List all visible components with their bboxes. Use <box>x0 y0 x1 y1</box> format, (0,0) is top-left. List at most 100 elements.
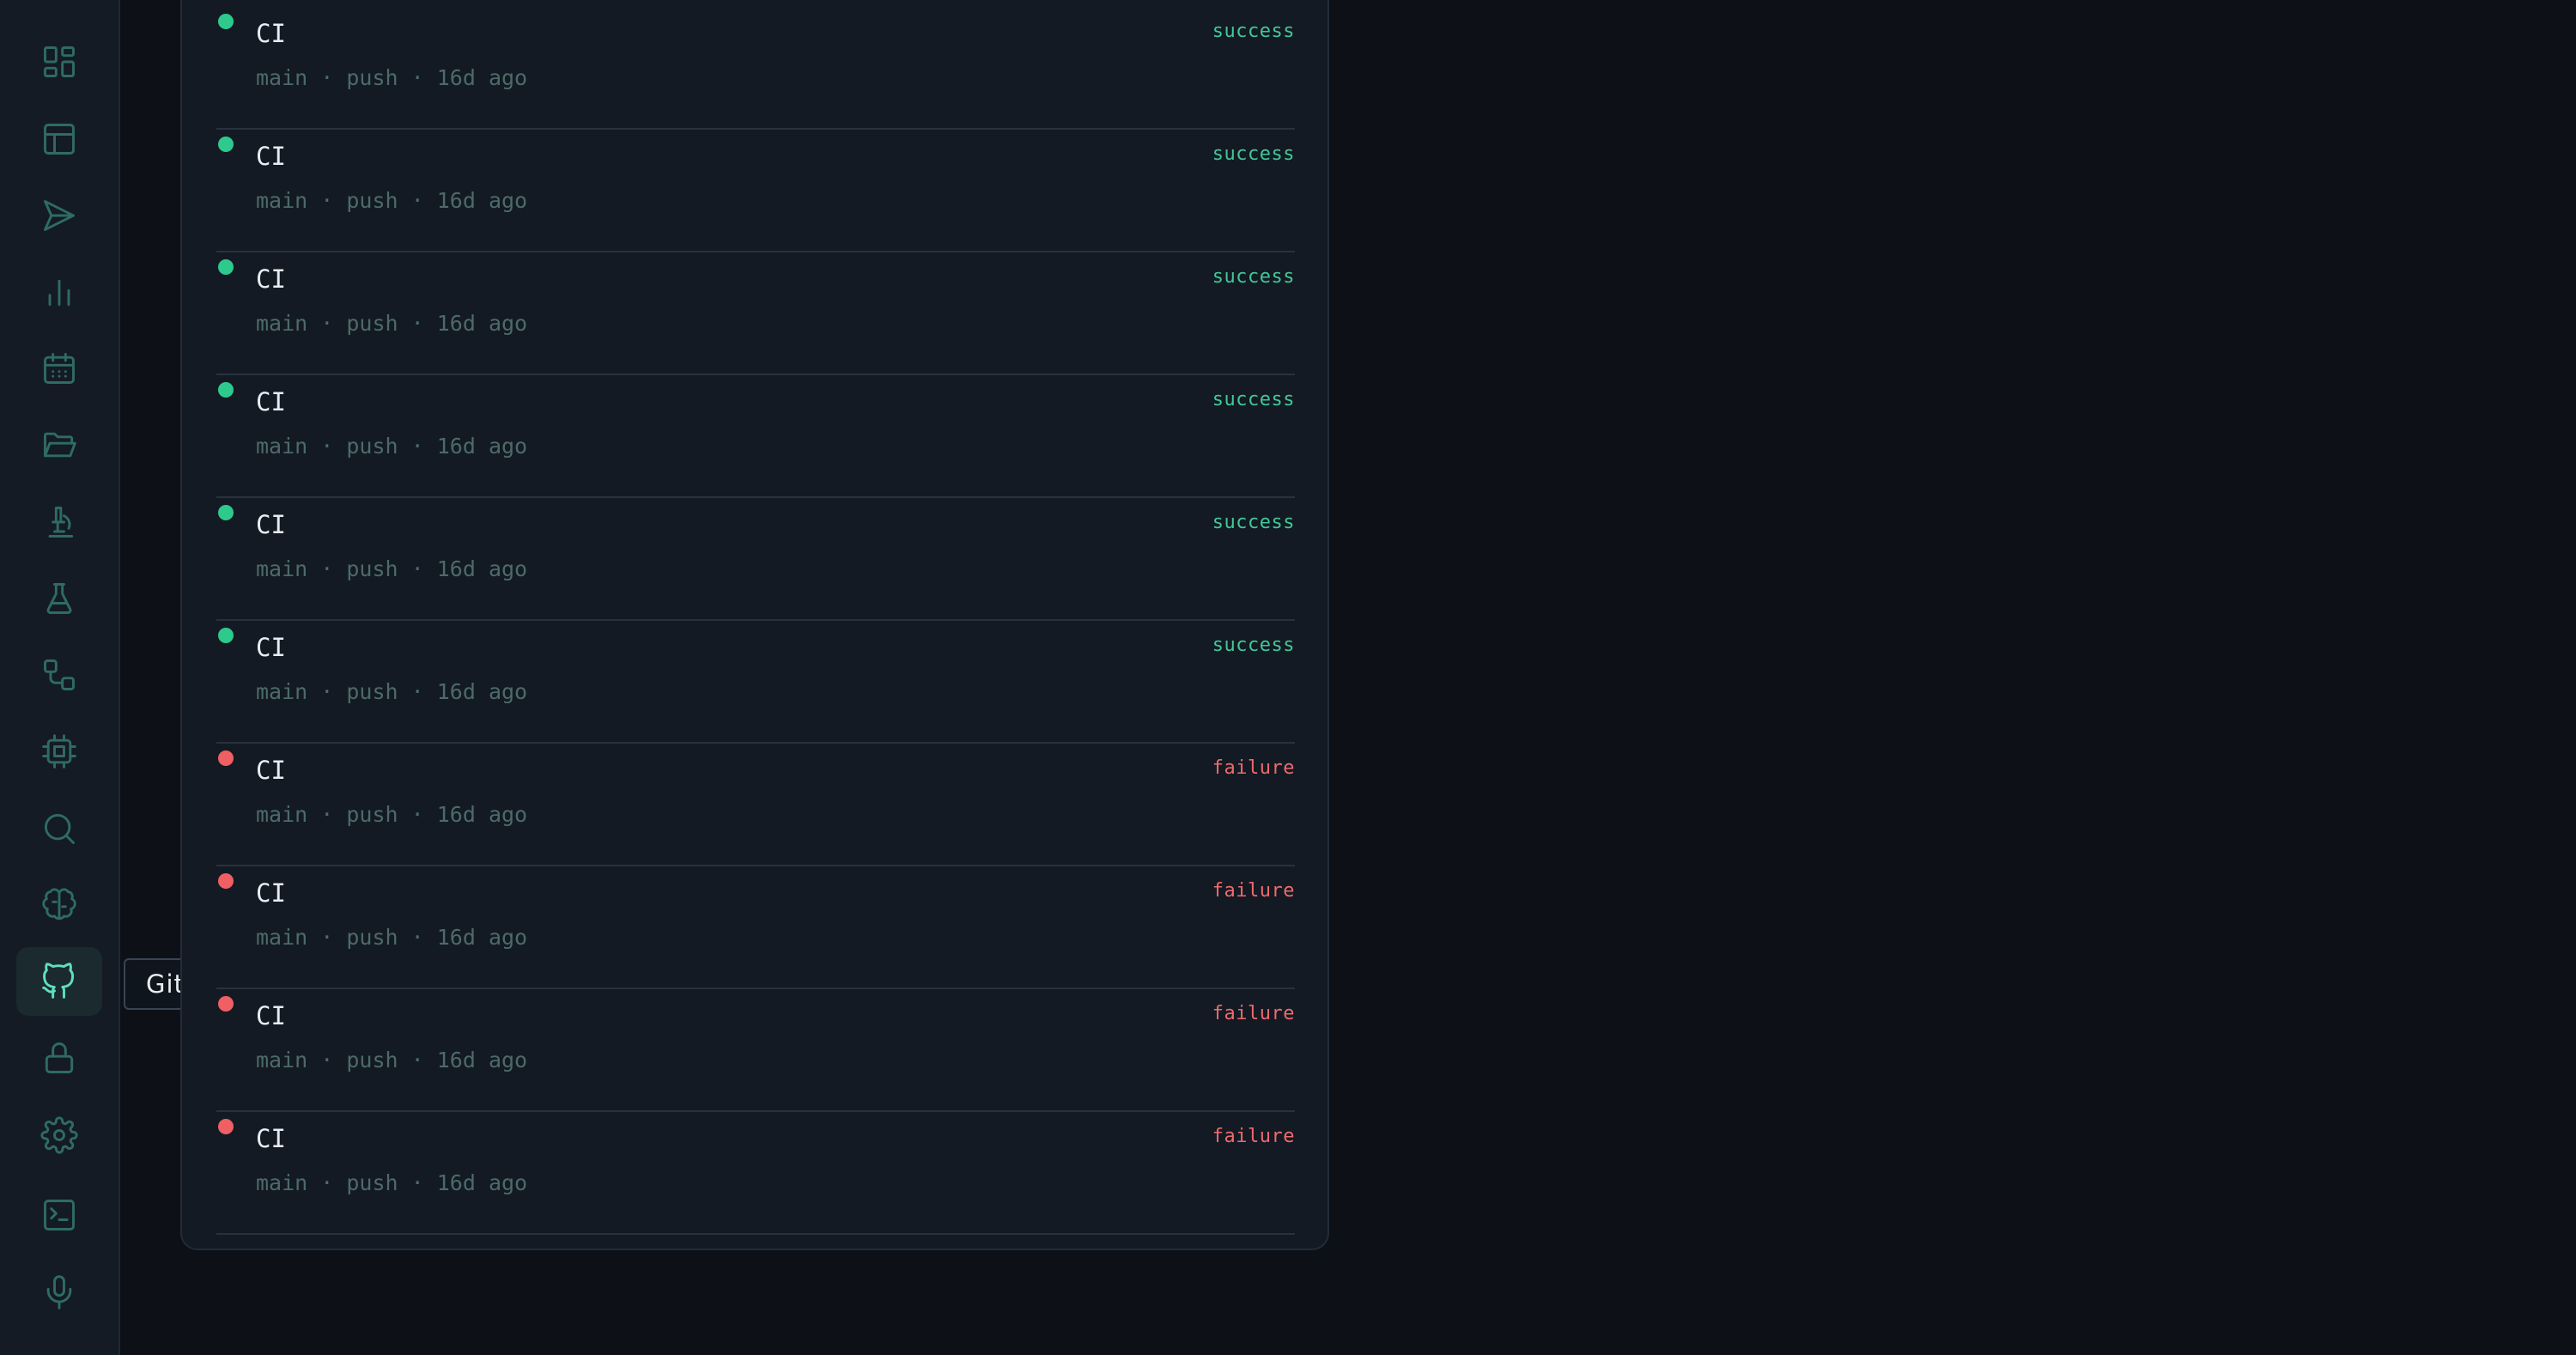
flask-icon <box>46 583 72 614</box>
run-event: push <box>346 556 398 581</box>
nav-dashboard[interactable] <box>16 27 102 96</box>
run-meta: main · push · 16d ago <box>256 556 528 581</box>
status-dot <box>218 14 234 29</box>
status-label: failure <box>1212 1003 1295 1024</box>
run-branch: main <box>256 925 308 950</box>
nav-send[interactable] <box>16 181 102 250</box>
run-meta: main · push · 16d ago <box>256 188 528 213</box>
calendar-icon <box>44 353 75 384</box>
nav-search[interactable] <box>16 794 102 863</box>
nav-security[interactable] <box>16 1024 102 1092</box>
run-meta: main · push · 16d ago <box>256 925 528 950</box>
status-dot <box>218 382 234 398</box>
dashboard-icon <box>44 46 75 77</box>
status-dot <box>218 996 234 1012</box>
status-label: success <box>1212 143 1295 165</box>
workflow-run-row[interactable]: CI main · push · 16d ago failure <box>216 866 1295 989</box>
nav-processor[interactable] <box>16 717 102 786</box>
run-name: CI <box>256 1124 286 1153</box>
workflow-icon <box>44 659 75 690</box>
run-meta: main · push · 16d ago <box>256 1048 528 1072</box>
run-age: 16d ago <box>436 802 528 827</box>
run-branch: main <box>256 434 308 459</box>
terminal-icon <box>44 1200 75 1230</box>
nav-analytics[interactable] <box>16 258 102 326</box>
status-label: failure <box>1212 757 1295 779</box>
run-event: push <box>346 802 398 827</box>
workflow-run-row[interactable]: CI main · push · 16d ago success <box>216 252 1295 375</box>
run-name: CI <box>256 633 286 662</box>
run-event: push <box>346 188 398 213</box>
cpu-icon <box>42 734 76 769</box>
run-branch: main <box>256 311 308 336</box>
nav-voice[interactable] <box>16 1258 102 1327</box>
microphone-icon <box>46 1275 72 1309</box>
nav-github[interactable] <box>16 947 102 1016</box>
run-name: CI <box>256 264 286 294</box>
run-meta: main · push · 16d ago <box>256 65 528 90</box>
workflow-run-row[interactable]: CI main · push · 16d ago failure <box>216 1112 1295 1235</box>
workflow-run-row[interactable]: CI main · push · 16d ago success <box>216 498 1295 621</box>
sidebar <box>0 0 120 1355</box>
workflow-run-row[interactable]: CI main · push · 16d ago failure <box>216 989 1295 1112</box>
workflow-run-row[interactable]: CI main · push · 16d ago success <box>216 130 1295 252</box>
run-meta: main · push · 16d ago <box>256 434 528 459</box>
nav-settings[interactable] <box>16 1101 102 1170</box>
run-name: CI <box>256 19 286 48</box>
workflow-runs-panel: CI main · push · 16d ago success CI main · p… <box>180 0 1329 1250</box>
github-icon <box>42 963 75 999</box>
search-icon <box>44 813 75 844</box>
run-meta: main · push · 16d ago <box>256 311 528 336</box>
status-label: failure <box>1212 1126 1295 1147</box>
run-age: 16d ago <box>436 925 528 950</box>
status-label: success <box>1212 389 1295 410</box>
send-icon <box>44 200 75 231</box>
brain-icon <box>42 888 76 921</box>
run-name: CI <box>256 510 286 539</box>
nav-table[interactable] <box>16 105 102 173</box>
run-age: 16d ago <box>436 1170 528 1195</box>
status-label: success <box>1212 635 1295 656</box>
workflow-run-row[interactable]: CI main · push · 16d ago success <box>216 7 1295 130</box>
run-branch: main <box>256 65 308 90</box>
status-dot <box>218 505 234 520</box>
nav-workflow[interactable] <box>16 641 102 709</box>
run-event: push <box>346 679 398 704</box>
nav-files[interactable] <box>16 410 102 479</box>
status-label: success <box>1212 266 1295 288</box>
status-label: failure <box>1212 880 1295 902</box>
nav-brain[interactable] <box>16 871 102 939</box>
run-age: 16d ago <box>436 188 528 213</box>
workflow-run-row[interactable]: CI main · push · 16d ago success <box>216 621 1295 744</box>
workflow-run-row[interactable]: CI main · push · 16d ago failure <box>216 744 1295 866</box>
status-dot <box>218 750 234 766</box>
run-event: push <box>346 925 398 950</box>
run-branch: main <box>256 1170 308 1195</box>
nav-calendar[interactable] <box>16 334 102 403</box>
run-age: 16d ago <box>436 679 528 704</box>
nav-microscope[interactable] <box>16 488 102 556</box>
nav-lab[interactable] <box>16 564 102 633</box>
run-meta: main · push · 16d ago <box>256 679 528 704</box>
run-name: CI <box>256 387 286 416</box>
nav-terminal[interactable] <box>16 1181 102 1249</box>
run-event: push <box>346 1048 398 1072</box>
run-meta: main · push · 16d ago <box>256 1170 528 1195</box>
lock-icon <box>45 1042 74 1073</box>
run-age: 16d ago <box>436 65 528 90</box>
run-name: CI <box>256 878 286 908</box>
status-label: success <box>1212 512 1295 533</box>
run-age: 16d ago <box>436 311 528 336</box>
status-dot <box>218 1119 234 1134</box>
workflow-run-row[interactable]: CI main · push · 16d ago success <box>216 375 1295 498</box>
run-event: push <box>346 1170 398 1195</box>
run-name: CI <box>256 142 286 171</box>
status-dot <box>218 137 234 152</box>
run-branch: main <box>256 802 308 827</box>
run-age: 16d ago <box>436 556 528 581</box>
status-dot <box>218 259 234 275</box>
run-name: CI <box>256 1001 286 1030</box>
run-age: 16d ago <box>436 1048 528 1072</box>
run-branch: main <box>256 556 308 581</box>
table-icon <box>44 124 75 155</box>
